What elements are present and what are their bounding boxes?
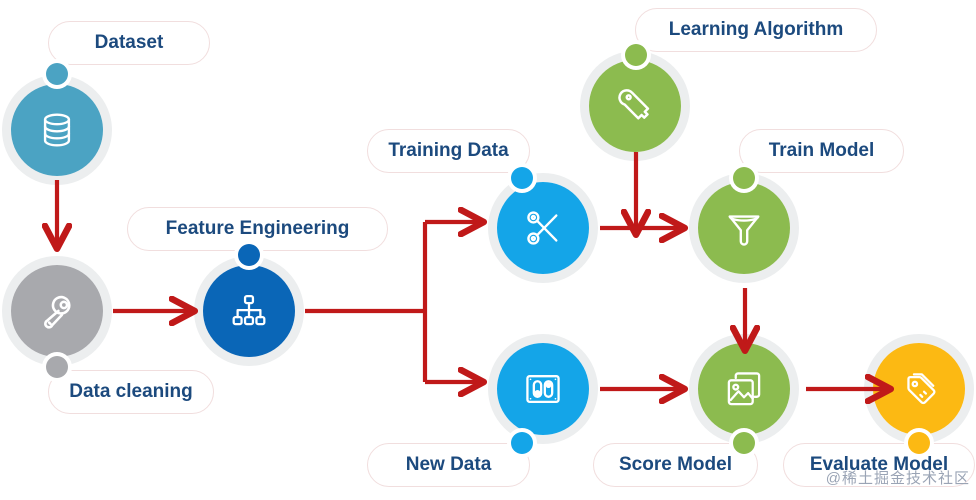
label-dataset: Dataset (48, 21, 210, 65)
label-score-model-text: Score Model (619, 454, 732, 475)
label-learning-algorithm-text: Learning Algorithm (668, 19, 844, 40)
label-data-cleaning: Data cleaning (48, 370, 214, 414)
label-feature-engineering: Feature Engineering (127, 207, 388, 251)
label-data-cleaning-text: Data cleaning (69, 381, 193, 402)
label-learning-algorithm: Learning Algorithm (635, 8, 877, 52)
label-score-model: Score Model (593, 443, 758, 487)
label-training-data-text: Training Data (388, 140, 509, 161)
label-train-model: Train Model (739, 129, 904, 173)
label-feature-engineering-text: Feature Engineering (165, 218, 350, 239)
dot-data-cleaning (46, 356, 68, 378)
label-dataset-text: Dataset (94, 32, 164, 53)
watermark: @稀土掘金技术社区 (825, 470, 970, 487)
dot-learning-algorithm (625, 44, 647, 66)
dot-dataset (46, 63, 68, 85)
dot-score-model (733, 432, 755, 454)
label-training-data: Training Data (367, 129, 530, 173)
dot-train-model (733, 167, 755, 189)
label-new-data-text: New Data (405, 454, 492, 475)
ml-workflow-diagram: Dataset Data cleaning Feature Engineerin… (0, 0, 976, 500)
dot-feature-engineering (238, 244, 260, 266)
label-new-data: New Data (367, 443, 530, 487)
dot-new-data (511, 432, 533, 454)
label-train-model-text: Train Model (768, 140, 875, 161)
dot-evaluate-model (908, 432, 930, 454)
dot-training-data (511, 167, 533, 189)
